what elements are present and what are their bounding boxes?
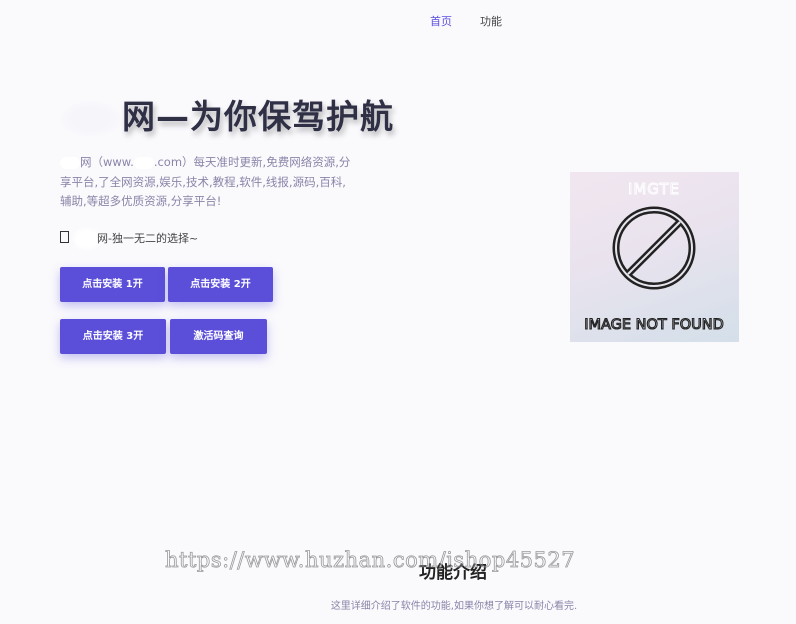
hero-description: 网（www. .com）每天准时更新,免费网络资源,分享平台,了全网资源,娱乐,技…	[60, 153, 356, 212]
no-image-icon: IMGTE IMAGE NOT FOUND	[584, 180, 725, 334]
nav-item-features[interactable]: 功能	[480, 14, 502, 30]
nav-item-home[interactable]: 首页	[430, 14, 452, 30]
blurred-brand-name	[77, 232, 97, 246]
hero-description-prefix: 网（www.	[80, 155, 134, 169]
features-title: 功能介绍	[419, 563, 487, 583]
broken-image-icon	[60, 231, 69, 243]
tagline: 网-独一无二的选择~	[60, 231, 198, 247]
hero-title-text: 网—为你保驾护航	[122, 97, 394, 136]
image-not-found-placeholder: IMGTE IMAGE NOT FOUND	[570, 172, 739, 342]
blurred-brand-name	[60, 100, 122, 137]
install-3-button[interactable]: 点击安装 3开	[60, 319, 166, 354]
blurred-brand-name	[60, 156, 80, 169]
hero-title: 网—为你保驾护航	[60, 90, 394, 138]
top-nav: 首页 功能	[0, 14, 796, 34]
activation-query-button[interactable]: 激活码查询	[170, 319, 267, 354]
tagline-text: 网-独一无二的选择~	[97, 232, 199, 245]
blurred-domain	[133, 156, 154, 169]
install-2-button[interactable]: 点击安装 2开	[168, 267, 273, 302]
install-1-button[interactable]: 点击安装 1开	[60, 267, 165, 302]
image-top-text: IMGTE	[628, 180, 680, 198]
image-bottom-text: IMAGE NOT FOUND	[584, 317, 724, 333]
features-subtitle: 这里详细介绍了软件的功能,如果你想了解可以耐心看完.	[330, 601, 578, 612]
